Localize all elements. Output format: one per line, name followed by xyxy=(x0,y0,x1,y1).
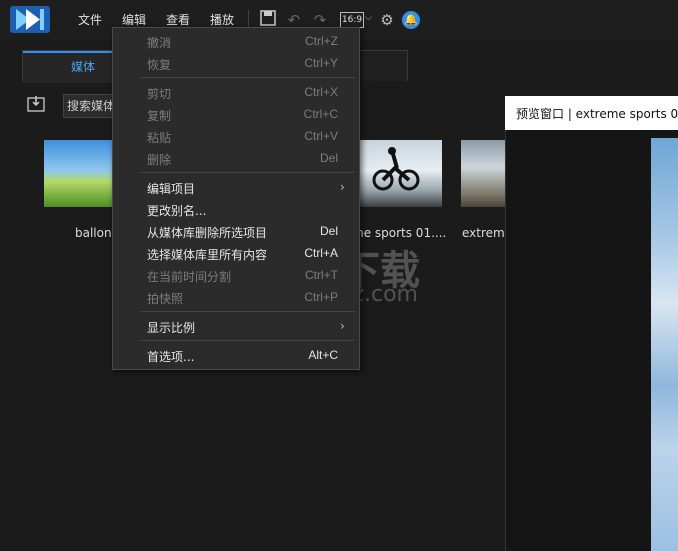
menu-item-select-all[interactable]: 选择媒体库里所有内容 xyxy=(147,246,267,263)
menu-item-edit-project[interactable]: 编辑项目 xyxy=(147,180,195,197)
shortcut-paste: Ctrl+V xyxy=(304,129,338,143)
shortcut-preferences: Alt+C xyxy=(308,348,338,362)
menu-item-rename[interactable]: 更改别名... xyxy=(147,202,206,219)
import-media-icon[interactable] xyxy=(27,95,47,113)
shortcut-split: Ctrl+T xyxy=(305,268,338,282)
menu-item-zoom-ratio[interactable]: 显示比例 xyxy=(147,319,195,336)
thumbnail-label: ballon xyxy=(75,226,112,240)
shortcut-snapshot: Ctrl+P xyxy=(304,290,338,304)
menu-edit[interactable]: 编辑 xyxy=(122,11,146,28)
shortcut-undo: Ctrl+Z xyxy=(305,34,338,48)
menu-item-redo[interactable]: 恢复 xyxy=(147,56,171,73)
menu-separator xyxy=(140,77,355,78)
menu-view[interactable]: 查看 xyxy=(166,11,190,28)
shortcut-select-all: Ctrl+A xyxy=(304,246,338,260)
menu-separator xyxy=(140,172,355,173)
notification-bell-icon[interactable]: 🔔 xyxy=(402,11,420,29)
menu-item-split[interactable]: 在当前时间分割 xyxy=(147,268,231,285)
submenu-arrow-icon: › xyxy=(340,319,345,333)
menu-item-preferences[interactable]: 首选项... xyxy=(147,348,194,365)
preview-title: 预览窗口 | extreme sports 04 xyxy=(516,107,678,121)
shortcut-delete: Del xyxy=(319,151,338,165)
app-logo-icon xyxy=(10,6,50,33)
menu-item-cut[interactable]: 剪切 xyxy=(147,85,171,102)
menu-separator xyxy=(140,311,355,312)
submenu-arrow-icon: › xyxy=(340,180,345,194)
media-thumbnail[interactable] xyxy=(44,140,114,207)
media-thumbnail[interactable] xyxy=(461,140,505,207)
gear-icon[interactable]: ⚙ xyxy=(377,10,397,30)
aspect-ratio-button[interactable]: 16:9 xyxy=(340,12,364,28)
preview-image xyxy=(651,138,678,551)
menu-item-copy[interactable]: 复制 xyxy=(147,107,171,124)
menu-item-delete-from-library[interactable]: 从媒体库删除所选项目 xyxy=(147,224,267,241)
shortcut-redo: Ctrl+Y xyxy=(304,56,338,70)
shortcut-cut: Ctrl+X xyxy=(304,85,338,99)
shortcut-delete-from-library: Del xyxy=(319,224,338,238)
shortcut-copy: Ctrl+C xyxy=(303,107,338,121)
menu-play[interactable]: 播放 xyxy=(210,11,234,28)
menu-item-snapshot[interactable]: 拍快照 xyxy=(147,290,183,307)
menu-item-delete[interactable]: 删除 xyxy=(147,151,171,168)
chevron-down-icon[interactable]: ⌵ xyxy=(365,13,372,23)
menu-item-paste[interactable]: 粘贴 xyxy=(147,129,171,146)
menu-file[interactable]: 文件 xyxy=(78,11,102,28)
menu-item-undo[interactable]: 撤消 xyxy=(147,34,171,51)
menu-separator xyxy=(140,340,355,341)
